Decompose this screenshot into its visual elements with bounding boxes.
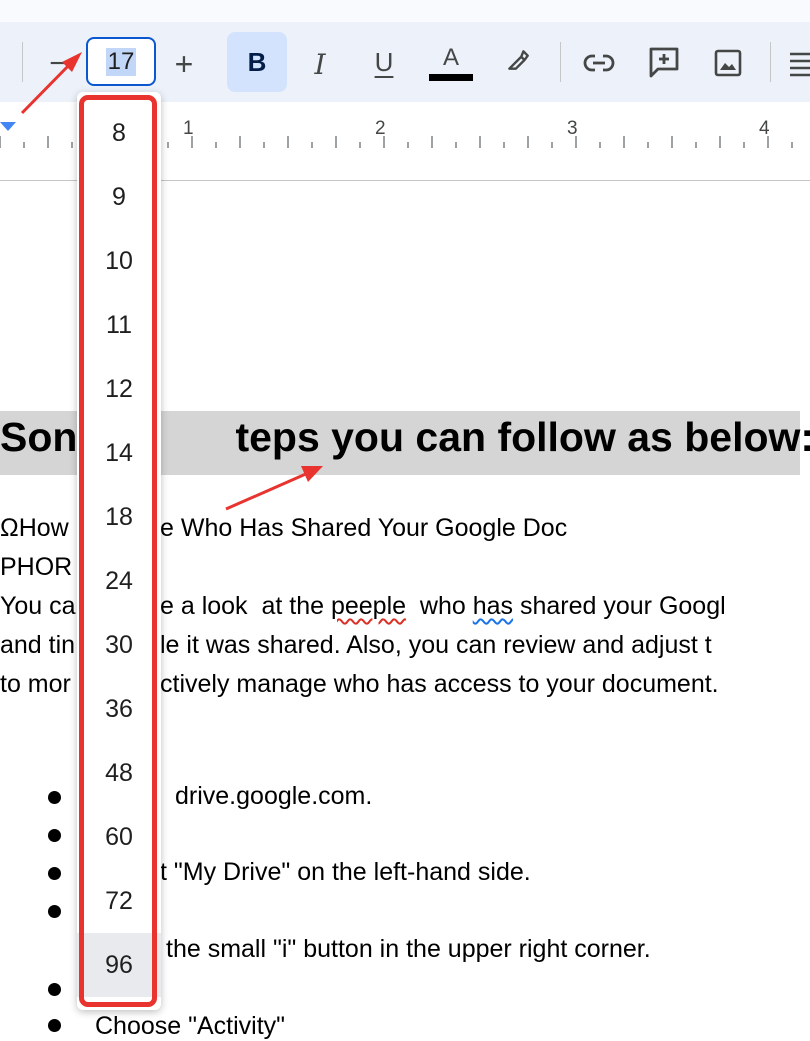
font-size-option-11[interactable]: 11 [77,293,161,357]
font-size-option-96[interactable]: 96 [77,933,161,997]
font-size-option-36[interactable]: 36 [77,677,161,741]
font-size-value: 17 [105,47,137,76]
font-size-option-48[interactable]: 48 [77,741,161,805]
add-comment-button[interactable] [642,40,686,84]
bullet [48,983,61,996]
font-size-option-10[interactable]: 10 [77,229,161,293]
spelling-error[interactable]: peeple [331,592,406,620]
underline-button[interactable]: U [364,40,404,84]
bullet [48,867,61,880]
line-right: ctively manage who has access to your do… [160,670,719,698]
text-color-button[interactable]: A [428,38,474,86]
font-size-option-18[interactable]: 18 [77,485,161,549]
doc-paragraph-line: You ca e a look at the peeple who has sha… [0,592,726,621]
line-text: e a look at the [160,592,331,620]
highlight-color-button[interactable] [498,40,538,80]
toolbar-separator [560,42,561,82]
top-strip [0,0,810,22]
font-size-option-14[interactable]: 14 [77,421,161,485]
add-comment-icon [649,47,679,78]
alignment-button[interactable] [788,44,810,84]
doc-paragraph-line: to mor ctively manage who has access to y… [0,670,719,699]
list-item: t "My Drive" on the left-hand side. [160,858,531,886]
font-size-input[interactable]: 17 [86,37,156,86]
font-size-option-72[interactable]: 72 [77,869,161,933]
highlighter-icon [508,50,529,70]
font-size-option-8[interactable]: 8 [77,101,161,165]
grammar-suggestion[interactable]: has [473,592,513,620]
list-item: Choose "Activity" [95,1012,286,1040]
doc-paragraph-line: and tin le it was shared. Also, you can r… [0,631,712,660]
heading-right: teps you can follow as below: [235,414,810,460]
bullet [48,829,61,842]
list-item: the small "i" button in the upper right … [166,935,651,963]
font-size-dropdown: 8 9 10 11 12 14 18 24 30 36 48 60 72 96 [77,92,161,1010]
bold-button[interactable]: B [227,32,287,92]
font-size-option-9[interactable]: 9 [77,165,161,229]
line-right: e Who Has Shared Your Google Doc [160,514,568,542]
bullet [48,791,61,804]
increase-font-size-button[interactable]: + [166,42,202,86]
line-left: ΩHow [0,514,69,542]
line-left: and tin [0,631,76,659]
list-item: drive.google.com. [175,782,373,810]
line-left: You ca [0,592,76,620]
italic-button[interactable]: I [300,42,340,86]
bullet [48,1019,61,1032]
decrease-font-size-button[interactable]: − [40,44,76,84]
text-color-label: A [442,43,459,71]
line-text: shared your Googl [513,592,726,620]
link-icon [583,53,615,73]
font-size-option-30[interactable]: 30 [77,613,161,677]
toolbar-separator [22,42,23,82]
text-color-swatch [429,73,473,81]
toolbar-separator [770,42,771,82]
font-size-option-60[interactable]: 60 [77,805,161,869]
image-icon [714,49,742,77]
line-left: PHOR [0,553,73,581]
font-size-option-24[interactable]: 24 [77,549,161,613]
align-icon [790,52,810,77]
doc-line: PHOR [0,553,72,582]
ruler-indent-marker[interactable] [0,122,16,131]
line-text: who [406,592,473,620]
line-right: le it was shared. Also, you can review a… [160,631,712,659]
insert-link-button[interactable] [578,42,620,84]
bullet [48,905,61,918]
font-size-option-12[interactable]: 12 [77,357,161,421]
insert-image-button[interactable] [708,42,748,84]
heading-left: Son [0,414,78,460]
doc-line: ΩHow e Who Has Shared Your Google Doc [0,514,567,543]
line-left: to mor [0,670,71,698]
